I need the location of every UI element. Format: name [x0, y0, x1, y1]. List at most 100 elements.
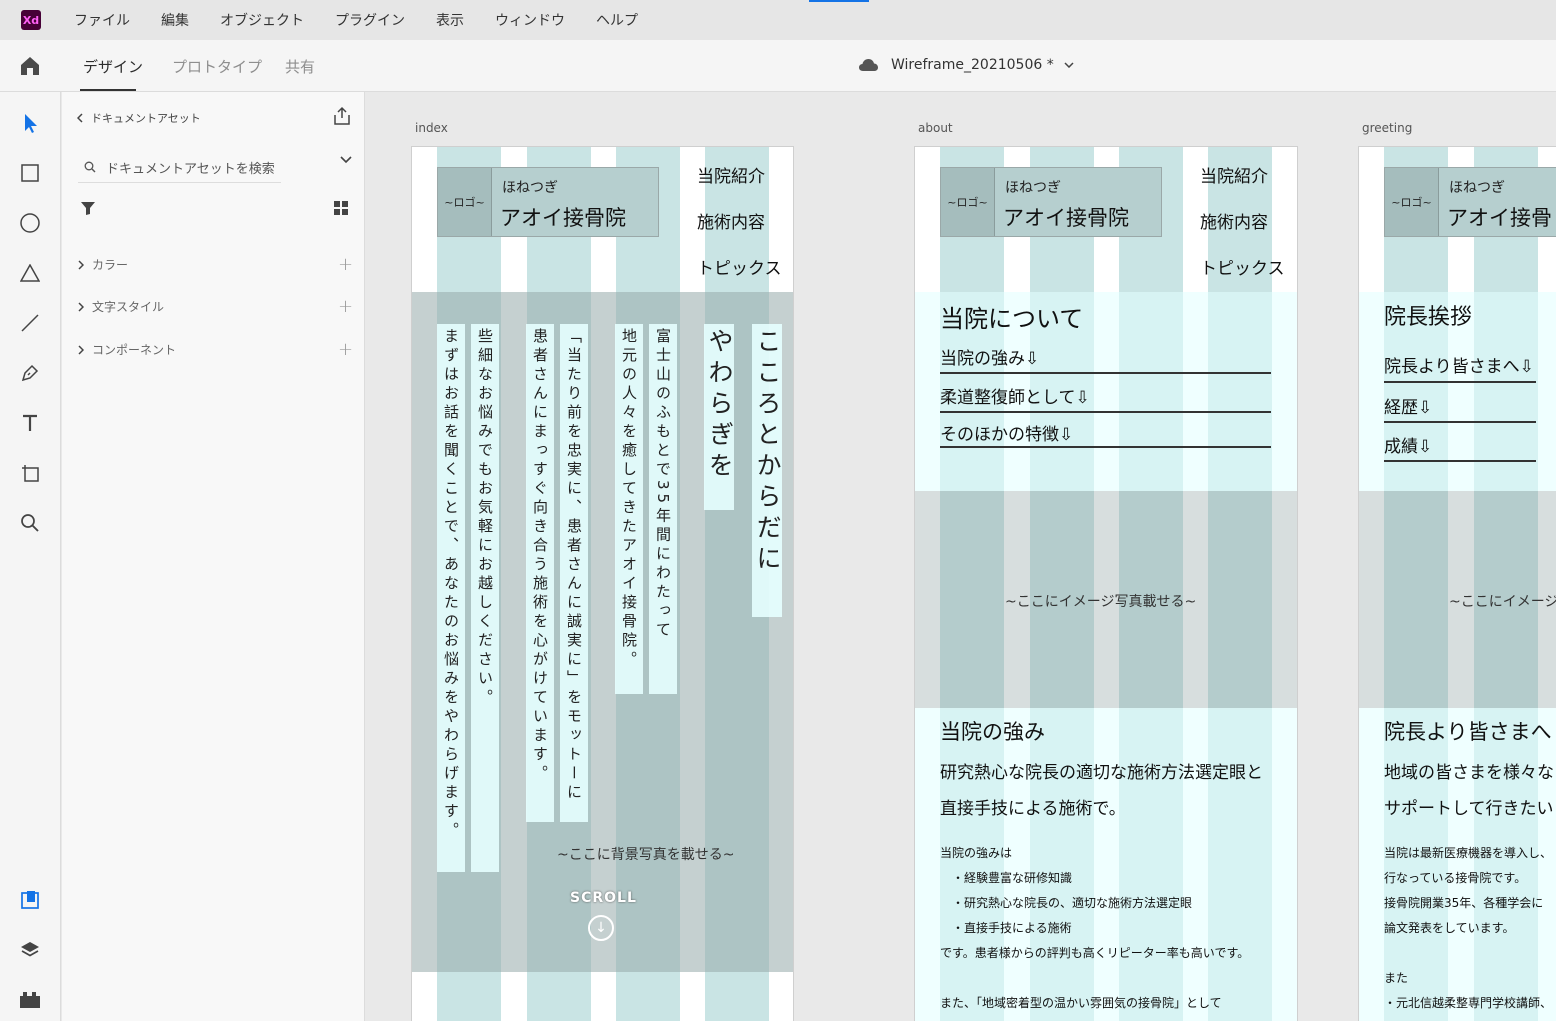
chevron-right-icon [78, 259, 84, 270]
add-character-style-icon[interactable]: + [338, 296, 353, 317]
plugins-panel-icon[interactable] [18, 988, 42, 1012]
chevron-down-icon[interactable] [340, 156, 352, 164]
design-canvas[interactable]: index ~ロゴ~ ほねつぎ アオイ接骨院 当院紹介 施術内容 トピックス こ… [366, 92, 1556, 1021]
anchor-link-achievements[interactable]: 成績⇩ [1384, 432, 1432, 457]
clinic-name: アオイ接骨院 [1003, 206, 1129, 230]
anchor-link-judo-therapist[interactable]: 柔道整復師として⇩ [940, 383, 1090, 408]
text-tool-icon[interactable] [18, 411, 42, 435]
scroll-down-arrow-icon[interactable]: ↓ [588, 915, 614, 941]
add-color-icon[interactable]: + [338, 254, 353, 275]
body-text-line: 当院は最新医療機器を導入し、 [1384, 846, 1553, 860]
nav-treatment[interactable]: 施術内容 [697, 208, 765, 233]
anchor-link-other-features[interactable]: そのほかの特徴⇩ [940, 420, 1073, 445]
artboard-greeting[interactable]: ~ロゴ~ ほねつぎ アオイ接骨 院長挨拶 院長より皆さまへ⇩ 経歴⇩ 成績⇩ ~… [1358, 146, 1556, 1021]
polygon-tool-icon[interactable] [18, 261, 42, 285]
tab-share[interactable]: 共有 [285, 56, 315, 77]
artboard-about[interactable]: ~ロゴ~ ほねつぎ アオイ接骨院 当院紹介 施術内容 トピックス 当院について … [914, 146, 1298, 1021]
divider-line [1384, 381, 1536, 383]
pen-tool-icon[interactable] [18, 361, 42, 385]
body-text-line: ・直接手技による施術 [952, 921, 1072, 935]
hero-section: こころとからだに やわらぎを 富士山のふもとで35年間にわたって 地元の人々を癒… [412, 292, 793, 972]
clinic-tagline: ほねつぎ [1005, 180, 1061, 196]
chevron-left-icon[interactable] [77, 113, 83, 123]
header-logo-block[interactable]: ~ロゴ~ ほねつぎ アオイ接骨院 [437, 167, 659, 237]
artboard-label-about[interactable]: about [918, 121, 953, 135]
artboard-label-greeting[interactable]: greeting [1362, 121, 1412, 135]
assets-section-colors[interactable]: カラー + [78, 254, 358, 275]
anchor-link-message[interactable]: 院長より皆さまへ⇩ [1384, 352, 1534, 377]
header-logo-block[interactable]: ~ロゴ~ ほねつぎ アオイ接骨 [1384, 167, 1556, 237]
body-text-line: ・研究熱心な院長の、適切な施術方法選定眼 [952, 896, 1193, 910]
document-title-text: Wireframe_20210506 * [891, 57, 1054, 73]
menu-view[interactable]: 表示 [436, 10, 464, 30]
home-icon[interactable] [18, 54, 42, 78]
clinic-tagline: ほねつぎ [1449, 180, 1505, 196]
logo-placeholder: ~ロゴ~ [941, 168, 995, 236]
menu-help[interactable]: ヘルプ [596, 10, 638, 30]
image-placeholder-area: ~ここにイメージ写真載せる~ [915, 491, 1297, 708]
cloud-icon [859, 59, 878, 71]
tool-rail [0, 92, 61, 1021]
rectangle-tool-icon[interactable] [18, 161, 42, 185]
document-assets-panel: ドキュメントアセット ドキュメントアセットを検索 カラー + 文字スタイル + … [62, 92, 365, 1021]
chevron-down-icon[interactable] [1064, 62, 1074, 68]
select-tool-icon[interactable] [18, 111, 42, 135]
nav-treatment[interactable]: 施術内容 [1200, 208, 1268, 233]
artboard-label-index[interactable]: index [415, 121, 448, 135]
ellipse-tool-icon[interactable] [18, 211, 42, 235]
assets-panel-header[interactable]: ドキュメントアセット [77, 110, 201, 126]
filter-icon[interactable] [80, 200, 96, 216]
hero-text-column: 地元の人々を癒してきたアオイ接骨院。 [615, 324, 643, 694]
assets-section-components[interactable]: コンポーネント + [78, 339, 358, 360]
menu-window[interactable]: ウィンドウ [495, 10, 565, 30]
nav-about[interactable]: 当院紹介 [697, 162, 765, 187]
nav-topics[interactable]: トピックス [1200, 254, 1285, 279]
menu-object[interactable]: オブジェクト [220, 10, 304, 30]
assets-panel-icon[interactable] [18, 888, 42, 912]
zoom-tool-icon[interactable] [18, 511, 42, 535]
image-placeholder-area: ~ここにイメージ [1359, 491, 1556, 708]
header-logo-block[interactable]: ~ロゴ~ ほねつぎ アオイ接骨院 [940, 167, 1162, 237]
divider-line [940, 411, 1271, 413]
scroll-label: SCROLL [570, 890, 637, 906]
body-text-line: 接骨院開業35年、各種学会に [1384, 896, 1544, 910]
line-tool-icon[interactable] [18, 311, 42, 335]
export-share-icon[interactable] [332, 106, 352, 126]
divider-line [940, 446, 1271, 448]
anchor-link-strengths[interactable]: 当院の強み⇩ [940, 344, 1039, 369]
tab-prototype[interactable]: プロトタイプ [172, 56, 262, 77]
section-title: 院長挨拶 [1384, 305, 1473, 330]
artboard-index[interactable]: ~ロゴ~ ほねつぎ アオイ接骨院 当院紹介 施術内容 トピックス こころとからだ… [411, 146, 794, 1021]
menu-file[interactable]: ファイル [74, 10, 130, 30]
assets-section-character-styles[interactable]: 文字スタイル + [78, 296, 358, 317]
hero-text-column: 患者さんにまっすぐ向き合う施術を心がけています。 [526, 324, 554, 822]
hero-text-column: 些細なお悩みでもお気軽にお越しください。 [471, 324, 499, 872]
nav-topics[interactable]: トピックス [697, 254, 782, 279]
message-lead-line: 地域の皆さまを様々な [1384, 763, 1554, 783]
menubar: Xd ファイル 編集 オブジェクト プラグイン 表示 ウィンドウ ヘルプ [0, 0, 1556, 40]
anchor-link-career[interactable]: 経歴⇩ [1384, 393, 1432, 418]
grid-view-icon[interactable] [333, 200, 349, 216]
hero-text-column: まずはお話を聞くことで、あなたのお悩みをやわらげます。 [437, 324, 465, 872]
add-component-icon[interactable]: + [338, 339, 353, 360]
tab-design[interactable]: デザイン [83, 56, 143, 77]
document-title[interactable]: Wireframe_20210506 * [858, 54, 1086, 76]
body-text-line: ・元北信越柔整専門学校講師、 [1384, 996, 1553, 1010]
body-text-line: また [1384, 971, 1409, 985]
strengths-lead-line: 研究熱心な院長の適切な施術方法選定眼と [940, 763, 1263, 783]
strengths-lead-line: 直接手技による施術で。 [940, 799, 1126, 819]
nav-about[interactable]: 当院紹介 [1200, 162, 1268, 187]
logo-placeholder: ~ロゴ~ [438, 168, 492, 236]
clinic-name: アオイ接骨院 [500, 206, 626, 230]
body-text-line: 当院の強みは [940, 846, 1013, 860]
menu-edit[interactable]: 編集 [161, 10, 189, 30]
menu-plugins[interactable]: プラグイン [335, 10, 405, 30]
section-label: 文字スタイル [92, 300, 165, 314]
layers-panel-icon[interactable] [18, 938, 42, 962]
chevron-right-icon [78, 301, 84, 312]
xd-app-icon: Xd [21, 10, 41, 30]
assets-search-field[interactable]: ドキュメントアセットを検索 [78, 152, 281, 183]
hero-catch-line-2: やわらぎを [704, 324, 734, 510]
active-tab-underline [80, 89, 136, 91]
artboard-tool-icon[interactable] [18, 461, 42, 485]
